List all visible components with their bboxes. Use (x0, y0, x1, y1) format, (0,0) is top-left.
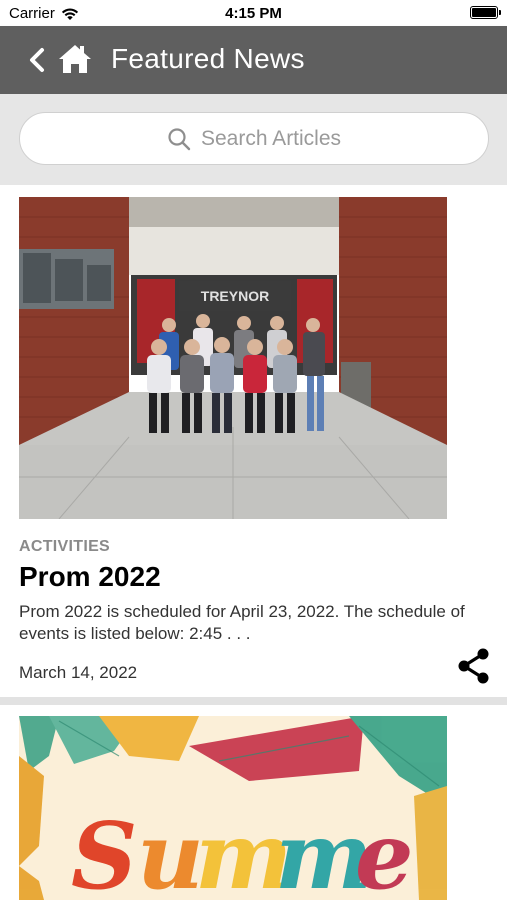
page-title: Featured News (111, 43, 305, 74)
svg-text:u: u (137, 802, 204, 900)
battery-icon (470, 6, 501, 19)
article-image[interactable]: TREYNOR (19, 197, 447, 519)
chevron-left-icon[interactable] (24, 46, 52, 74)
svg-text:e: e (355, 802, 414, 900)
summer-banner-image: S u m m e (19, 716, 447, 900)
article-title[interactable]: Prom 2022 (19, 561, 161, 593)
svg-text:S: S (71, 802, 137, 900)
prom-group-photo: TREYNOR (19, 197, 447, 519)
search-placeholder: Search Articles (200, 126, 342, 150)
article-category: ACTIVITIES (19, 538, 111, 555)
home-icon[interactable] (56, 42, 94, 76)
article-image[interactable]: S u m m e (19, 716, 447, 900)
search-input[interactable]: Search Articles (19, 112, 489, 165)
status-time: 4:15 PM (225, 5, 282, 22)
nav-bar: Featured News (0, 26, 507, 94)
card-divider (0, 697, 507, 705)
search-bar-container: Search Articles (0, 94, 507, 185)
article-date: March 14, 2022 (19, 663, 138, 682)
share-icon[interactable] (457, 648, 491, 684)
article-excerpt: Prom 2022 is scheduled for April 23, 202… (19, 602, 465, 643)
sign-text: TREYNOR (201, 288, 269, 304)
article-card[interactable]: S u m m e (0, 705, 507, 900)
search-icon (168, 127, 191, 150)
status-bar: Carrier 4:15 PM (0, 0, 507, 26)
article-card[interactable]: TREYNOR ACTIVITIES Prom 2022 Prom 2022 i… (0, 185, 507, 697)
